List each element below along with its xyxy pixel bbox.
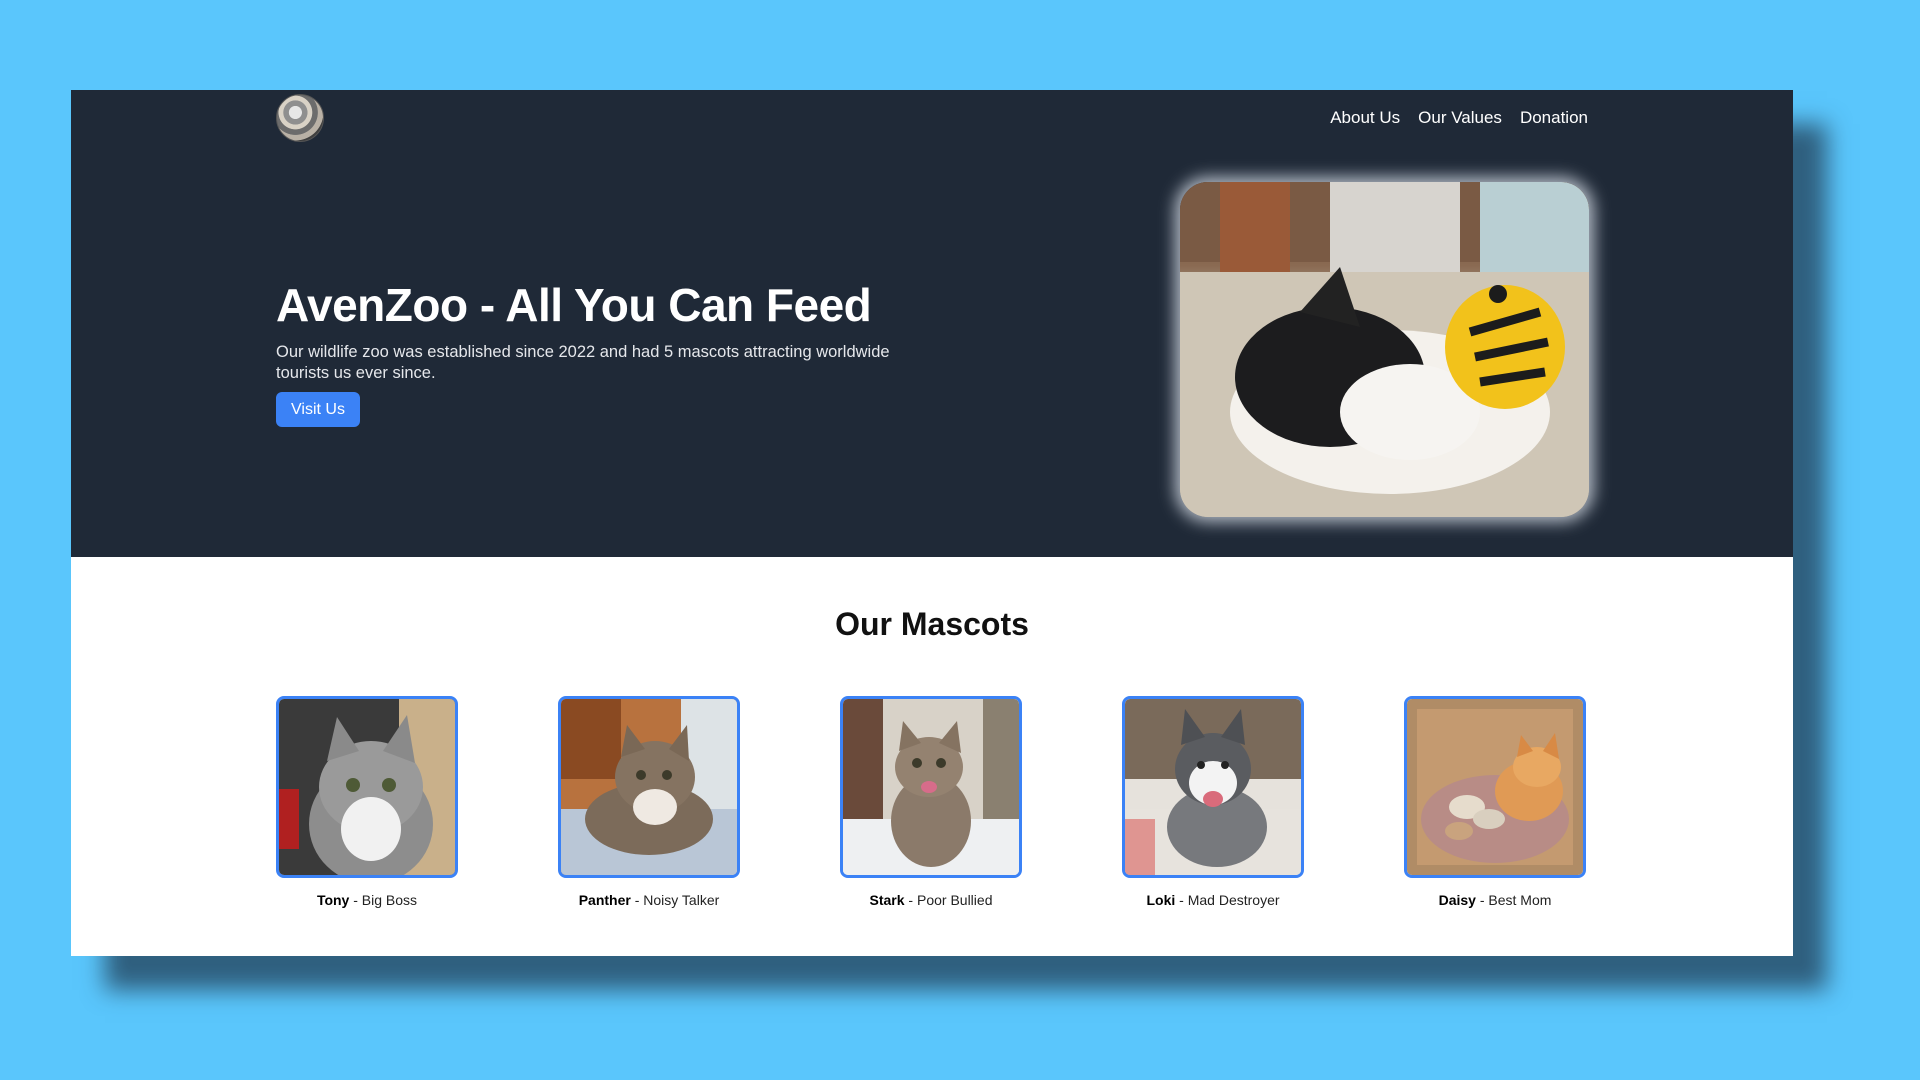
nav-our-values-link[interactable]: Our Values xyxy=(1418,108,1502,128)
mascot-role: - Poor Bullied xyxy=(904,892,993,908)
mascots-gallery: Tony - Big Boss Panther - Noisy Talker S… xyxy=(276,696,1589,916)
mascot-card-daisy: Daisy - Best Mom xyxy=(1404,696,1586,908)
mascot-card-loki: Loki - Mad Destroyer xyxy=(1122,696,1304,908)
mascot-role: - Best Mom xyxy=(1475,892,1552,908)
mascot-caption: Daisy - Best Mom xyxy=(1404,892,1586,908)
mascot-name: Loki xyxy=(1146,892,1176,908)
mascot-name: Tony xyxy=(316,892,350,908)
visit-us-button[interactable]: Visit Us xyxy=(276,392,360,427)
hero-subtitle: Our wildlife zoo was established since 2… xyxy=(276,343,890,382)
hero-husky-photo xyxy=(1180,182,1589,517)
mascot-card-panther: Panther - Noisy Talker xyxy=(558,696,740,908)
panther-cat-photo[interactable] xyxy=(558,696,740,878)
tony-cat-photo[interactable] xyxy=(276,696,458,878)
mascot-caption: Panther - Noisy Talker xyxy=(558,892,740,908)
mascot-name: Stark xyxy=(869,892,905,908)
mascot-card-stark: Stark - Poor Bullied xyxy=(840,696,1022,908)
hero-title: AvenZoo - All You Can Feed xyxy=(276,279,872,331)
nav-donation-link[interactable]: Donation xyxy=(1520,108,1588,128)
mascot-card-tony: Tony - Big Boss xyxy=(276,696,458,908)
mascot-role: - Mad Destroyer xyxy=(1175,892,1280,908)
stark-cat-photo[interactable] xyxy=(840,696,1022,878)
browser-page: About Us Our Values Donation AvenZoo - A… xyxy=(71,90,1793,956)
mascot-caption: Loki - Mad Destroyer xyxy=(1122,892,1304,908)
mascots-section-title: Our Mascots xyxy=(835,606,1029,642)
mascot-caption: Tony - Big Boss xyxy=(276,892,458,908)
nav-about-us-link[interactable]: About Us xyxy=(1330,108,1400,128)
mascot-caption: Stark - Poor Bullied xyxy=(840,892,1022,908)
hero-section: About Us Our Values Donation AvenZoo - A… xyxy=(71,90,1793,557)
mascot-role: - Big Boss xyxy=(349,892,418,908)
mascot-name: Daisy xyxy=(1438,892,1476,908)
daisy-cat-photo[interactable] xyxy=(1404,696,1586,878)
logo-avatar-icon[interactable] xyxy=(276,94,324,142)
mascot-role: - Noisy Talker xyxy=(630,892,720,908)
loki-husky-photo[interactable] xyxy=(1122,696,1304,878)
main-nav: About Us Our Values Donation xyxy=(1330,108,1588,128)
mascot-name: Panther xyxy=(578,892,631,908)
